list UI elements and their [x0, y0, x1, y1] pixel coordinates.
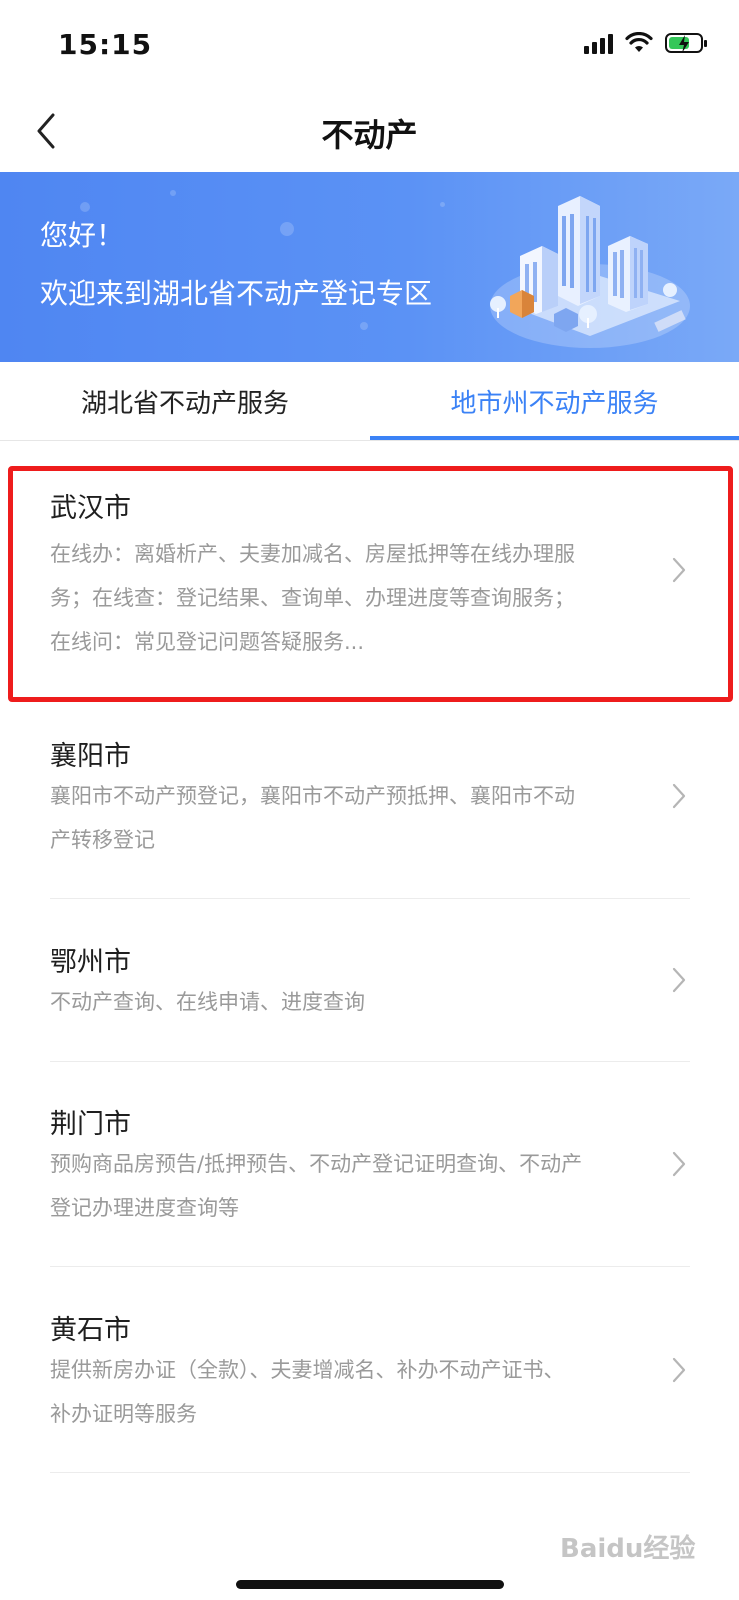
- signal-icon: [584, 32, 613, 54]
- desc-line: 提供新房办证（全款）、夫妻增减名、补办不动产证书、: [50, 1358, 565, 1382]
- item-title: 荆门市: [50, 1109, 131, 1140]
- item-title: 鄂州市: [50, 947, 131, 978]
- chevron-right-icon: [672, 783, 686, 809]
- chevron-right-icon: [672, 967, 686, 993]
- item-description: 不动产查询、在线申请、进度查询: [50, 980, 655, 1024]
- page-title: 不动产: [321, 116, 418, 154]
- list-item-huangshi[interactable]: 黄石市 提供新房办证（全款）、夫妻增减名、补办不动产证书、 补办证明等服务: [0, 1288, 739, 1468]
- wifi-icon: [625, 32, 653, 52]
- nav-bar: 不动产: [0, 90, 739, 172]
- city-buildings-illustration: [490, 196, 690, 348]
- home-indicator[interactable]: [236, 1580, 504, 1589]
- chevron-right-icon: [672, 1357, 686, 1383]
- battery-charging-icon: [665, 33, 707, 53]
- highlight-box: [8, 466, 733, 702]
- status-icons: [584, 32, 707, 54]
- desc-line: 补办证明等服务: [50, 1402, 197, 1426]
- list-item-xiangyang[interactable]: 襄阳市 襄阳市不动产预登记，襄阳市不动产预抵押、襄阳市不动 产转移登记: [0, 716, 739, 896]
- divider: [50, 1061, 690, 1062]
- item-title: 黄石市: [50, 1315, 131, 1346]
- item-title: 襄阳市: [50, 741, 131, 772]
- divider: [50, 898, 690, 899]
- item-description: 襄阳市不动产预登记，襄阳市不动产预抵押、襄阳市不动 产转移登记: [50, 774, 655, 862]
- divider: [50, 1266, 690, 1267]
- divider: [50, 1472, 690, 1473]
- desc-line: 产转移登记: [50, 828, 155, 852]
- item-description: 提供新房办证（全款）、夫妻增减名、补办不动产证书、 补办证明等服务: [50, 1348, 655, 1436]
- tab-hubei-province-service[interactable]: 湖北省不动产服务: [0, 362, 370, 440]
- desc-line: 预购商品房预告/抵押预告、不动产登记证明查询、不动产: [50, 1152, 583, 1176]
- desc-line: 不动产查询、在线申请、进度查询: [50, 990, 365, 1014]
- chevron-right-icon: [672, 1151, 686, 1177]
- desc-line: 襄阳市不动产预登记，襄阳市不动产预抵押、襄阳市不动: [50, 784, 575, 808]
- banner-greeting: 您好！: [40, 219, 125, 252]
- service-tabs: 湖北省不动产服务 地市州不动产服务: [0, 362, 739, 441]
- status-bar: 15:15: [0, 0, 739, 90]
- list-item-jingmen[interactable]: 荆门市 预购商品房预告/抵押预告、不动产登记证明查询、不动产 登记办理进度查询等: [0, 1082, 739, 1262]
- tab-city-service[interactable]: 地市州不动产服务: [370, 362, 739, 440]
- active-tab-indicator: [370, 436, 739, 440]
- banner-welcome-text: 欢迎来到湖北省不动产登记专区: [40, 277, 433, 310]
- item-description: 预购商品房预告/抵押预告、不动产登记证明查询、不动产 登记办理进度查询等: [50, 1142, 655, 1230]
- watermark: Baidu经验: [560, 1534, 696, 1564]
- list-item-ezhou[interactable]: 鄂州市 不动产查询、在线申请、进度查询: [0, 918, 739, 1058]
- welcome-banner: 您好！ 欢迎来到湖北省不动产登记专区: [0, 172, 739, 362]
- desc-line: 登记办理进度查询等: [50, 1196, 239, 1220]
- status-time: 15:15: [58, 28, 153, 61]
